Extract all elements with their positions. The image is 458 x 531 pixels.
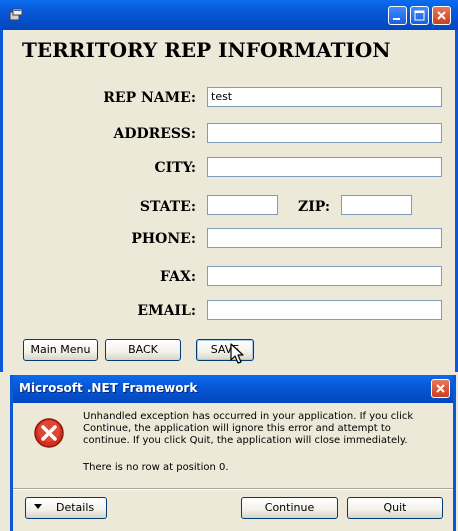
dialog-titlebar[interactable]: Microsoft .NET Framework [13, 375, 453, 403]
address-label: ADDRESS: [113, 126, 196, 142]
maximize-button[interactable] [410, 6, 429, 25]
fax-label: FAX: [159, 269, 196, 285]
dialog-separator [13, 488, 453, 490]
error-icon [33, 417, 65, 453]
state-field[interactable] [207, 195, 278, 215]
details-button[interactable]: Details [25, 497, 107, 519]
rep-name-label: REP NAME: [103, 90, 196, 106]
error-detail: There is no row at position 0. [83, 462, 229, 473]
close-icon [437, 11, 446, 20]
back-button[interactable]: BACK [105, 339, 181, 361]
city-field[interactable] [207, 157, 442, 177]
quit-button[interactable]: Quit [347, 497, 443, 519]
email-field[interactable] [207, 300, 442, 320]
dialog-close-button[interactable] [431, 379, 450, 398]
address-field[interactable] [207, 123, 442, 143]
mouse-cursor-icon [230, 343, 244, 369]
continue-button[interactable]: Continue [241, 497, 338, 519]
close-button[interactable] [432, 6, 451, 25]
app-icon [8, 7, 24, 23]
minimize-icon [393, 18, 400, 20]
phone-field[interactable] [207, 228, 442, 248]
dropdown-arrow-icon [34, 504, 42, 509]
dialog-title: Microsoft .NET Framework [19, 381, 198, 395]
main-menu-button[interactable]: Main Menu [23, 339, 98, 361]
window-titlebar[interactable] [0, 0, 458, 30]
maximize-icon [414, 10, 425, 21]
phone-label: PHONE: [131, 231, 196, 247]
rep-name-field[interactable]: test [207, 87, 442, 107]
details-button-label: Details [56, 501, 95, 514]
error-message: Unhandled exception has occurred in your… [83, 411, 414, 446]
close-icon [436, 384, 445, 393]
error-dialog: Microsoft .NET Framework Unhandled excep… [10, 375, 456, 531]
zip-field[interactable] [341, 195, 412, 215]
email-label: EMAIL: [137, 303, 196, 319]
page-title: TERRITORY REP INFORMATION [22, 38, 391, 62]
fax-field[interactable] [207, 266, 442, 286]
minimize-button[interactable] [388, 6, 407, 25]
save-button[interactable]: SAVE [196, 339, 254, 361]
zip-label: ZIP: [298, 199, 330, 215]
city-label: CITY: [154, 160, 196, 176]
state-label: STATE: [139, 199, 196, 215]
